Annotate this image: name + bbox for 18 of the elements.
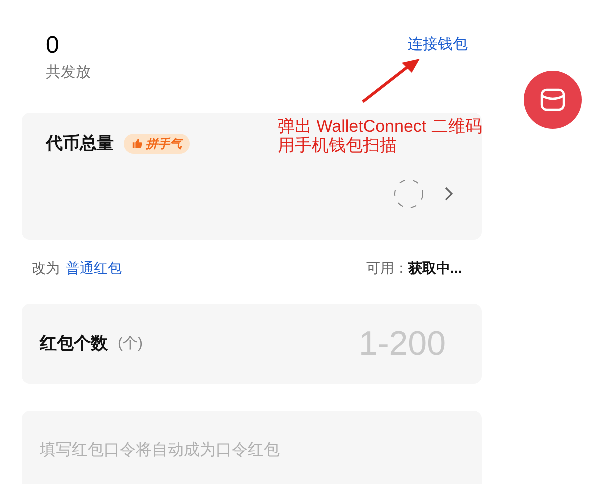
packet-icon xyxy=(540,88,566,112)
thumbs-up-icon xyxy=(132,138,143,150)
connect-wallet-link[interactable]: 连接钱包 xyxy=(408,34,468,56)
available-value: 获取中... xyxy=(408,258,462,278)
total-sent-value: 0 xyxy=(46,32,60,60)
chevron-right-icon[interactable] xyxy=(444,186,454,200)
lucky-badge: 拼手气 xyxy=(124,134,190,154)
annotation-arrow xyxy=(360,57,422,105)
total-sent-label: 共发放 xyxy=(46,63,91,83)
annotation-text: 用手机钱包扫描 xyxy=(278,136,398,155)
count-label: 红包个数 xyxy=(40,333,108,356)
token-total-label: 代币总量 xyxy=(46,133,114,155)
available-label: 可用： xyxy=(366,258,408,278)
count-unit: (个) xyxy=(118,334,143,354)
password-field[interactable]: 填写红包口令将自动成为口令红包 xyxy=(22,411,482,484)
normal-packet-link[interactable]: 普通红包 xyxy=(66,258,122,278)
switch-prefix: 改为 xyxy=(32,258,60,278)
annotation-text: 弹出 WalletConnect 二维码 xyxy=(278,117,482,136)
